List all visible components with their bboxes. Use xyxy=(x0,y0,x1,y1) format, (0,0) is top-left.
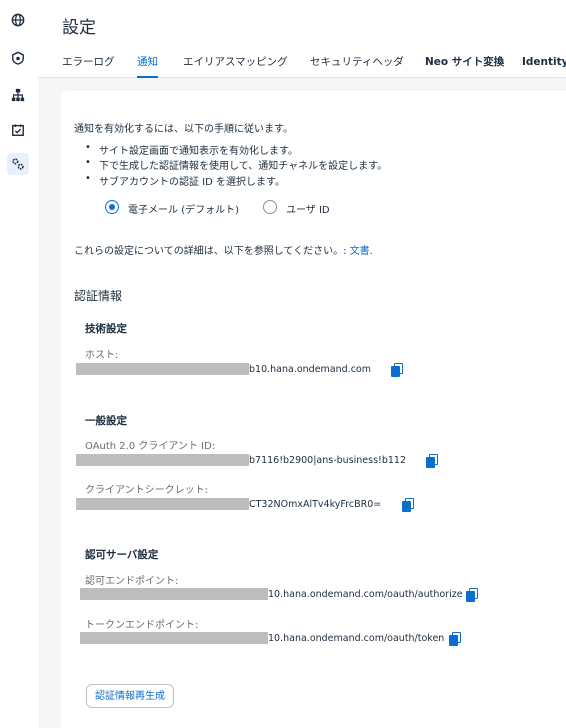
copy-icon[interactable] xyxy=(466,588,478,602)
host-label: ホスト: xyxy=(85,350,119,361)
tab-bar: エラーログ 通知 エイリアスマッピング セキュリティヘッダ Neo サイト変換 … xyxy=(62,55,566,78)
redaction-bar xyxy=(76,363,249,375)
step-item: サイト設定画面で通知表示を有効化します。 xyxy=(85,142,298,157)
copy-icon[interactable] xyxy=(426,454,438,468)
org-chart-icon[interactable] xyxy=(7,84,29,106)
side-navigation xyxy=(0,0,39,728)
email-radio[interactable] xyxy=(105,200,119,214)
host-value: b10.hana.ondemand.com xyxy=(249,364,371,375)
settings-icon[interactable] xyxy=(7,153,29,175)
user-id-radio-label[interactable]: ユーザ ID xyxy=(286,201,330,216)
technical-settings-heading: 技術設定 xyxy=(85,323,127,335)
step-item: 下で生成した認証情報を使用して、通知チャネルを設定します。 xyxy=(85,157,387,172)
token-endpoint-label: トークンエンドポイント: xyxy=(85,620,199,631)
intro-text: 通知を有効化するには、以下の手順に従います。 xyxy=(74,124,293,135)
notifications-panel: 通知を有効化するには、以下の手順に従います。 サイト設定画面で通知表示を有効化し… xyxy=(61,91,566,728)
auth-endpoint-label: 認可エンドポイント: xyxy=(85,576,179,587)
copy-icon[interactable] xyxy=(402,498,414,512)
step-item: サブアカウントの認証 ID を選択します。 xyxy=(85,173,285,188)
client-id-label: OAuth 2.0 クライアント ID: xyxy=(85,441,216,452)
shield-icon[interactable] xyxy=(7,47,29,69)
tab-identity-provider[interactable]: Identity P xyxy=(522,55,566,76)
redaction-bar xyxy=(76,498,249,510)
copy-icon[interactable] xyxy=(391,363,403,377)
page-header: 設定 エラーログ 通知 エイリアスマッピング セキュリティヘッダ Neo サイト… xyxy=(38,0,566,78)
tab-alias-mapping[interactable]: エイリアスマッピング xyxy=(183,55,288,76)
tasks-icon[interactable] xyxy=(7,119,29,141)
auth-server-heading: 認可サーバ設定 xyxy=(85,549,159,561)
redaction-bar xyxy=(80,588,268,600)
token-endpoint-value: 10.hana.ondemand.com/oauth/token xyxy=(268,633,445,644)
tab-neo-site-conversion[interactable]: Neo サイト変換 xyxy=(425,55,504,76)
page-title: 設定 xyxy=(62,18,96,38)
tab-error-log[interactable]: エラーログ xyxy=(62,55,115,76)
user-id-radio[interactable] xyxy=(263,200,277,214)
globe-icon[interactable] xyxy=(7,9,29,31)
regenerate-credentials-button[interactable]: 認証情報再生成 xyxy=(86,684,174,708)
general-settings-heading: 一般設定 xyxy=(85,415,127,427)
auth-endpoint-value: 10.hana.ondemand.com/oauth/authorize xyxy=(268,589,463,600)
tab-security-headers[interactable]: セキュリティヘッダ xyxy=(310,55,404,76)
email-radio-label[interactable]: 電子メール (デフォルト) xyxy=(128,201,239,216)
main-content: 通知を有効化するには、以下の手順に従います。 サイト設定画面で通知表示を有効化し… xyxy=(38,78,566,728)
documentation-link[interactable]: 文書 xyxy=(350,246,370,257)
client-id-value: b7116!b2900|ans-business!b112 xyxy=(249,455,407,466)
credentials-heading: 認証情報 xyxy=(74,289,123,303)
redaction-bar xyxy=(76,454,249,466)
more-info-text: これらの設定についての詳細は、以下を参照してください。: 文書. xyxy=(74,246,373,257)
redaction-bar xyxy=(80,632,268,644)
client-secret-value: CT32NOmxAlTv4kyFrcBR0= xyxy=(249,499,382,510)
copy-icon[interactable] xyxy=(449,632,461,646)
tab-notifications[interactable]: 通知 xyxy=(137,55,158,78)
client-secret-label: クライアントシークレット: xyxy=(85,485,208,496)
